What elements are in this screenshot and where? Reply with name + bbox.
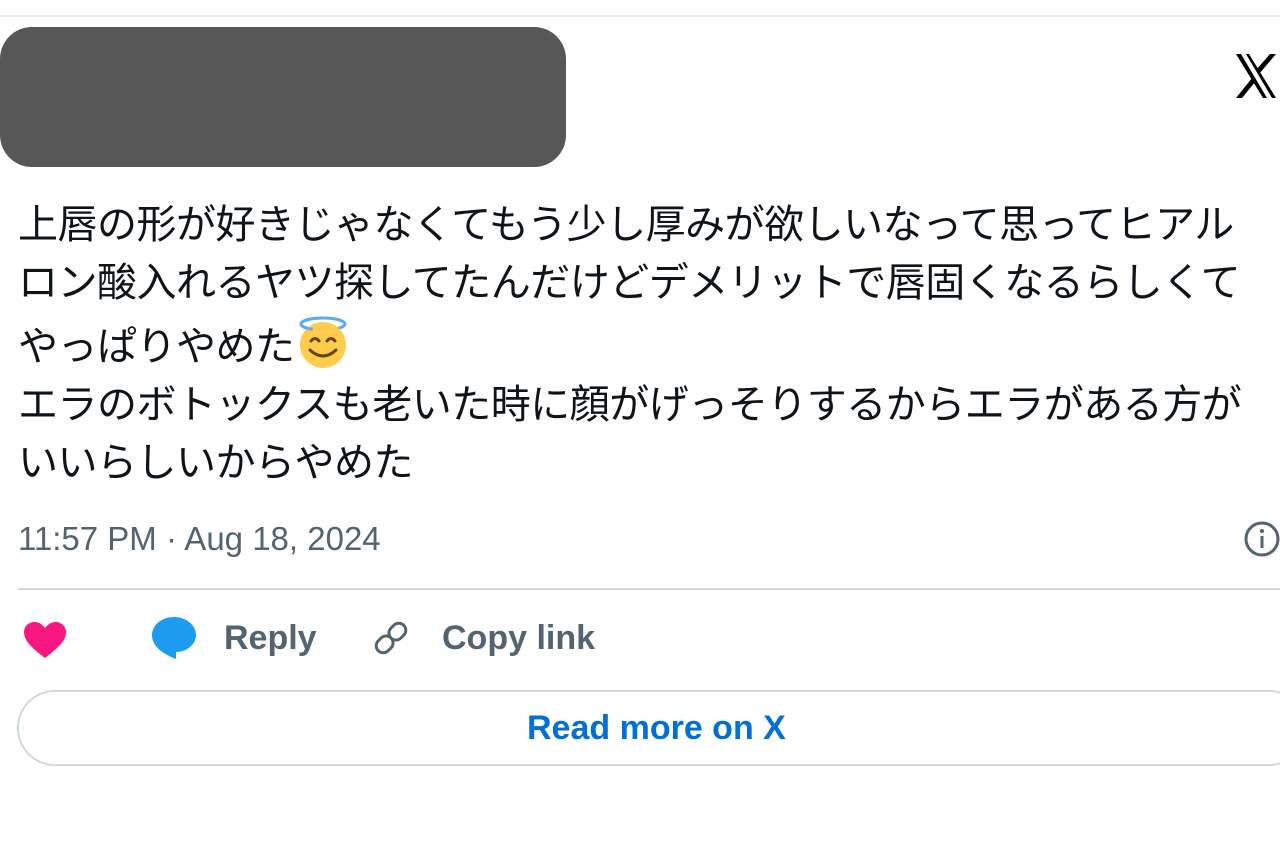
tweet-text-part-2: エラのボトックスも老いた時に顔がげっそりするからエラがある方がいいらしいからやめ… xyxy=(18,382,1242,486)
reply-label: Reply xyxy=(224,618,317,657)
top-divider xyxy=(0,15,1280,17)
heart-icon xyxy=(24,622,66,658)
tweet-text: 上唇の形が好きじゃなくてもう少し厚みが欲しいなって思ってヒアルロン酸入れるヤツ探… xyxy=(18,196,1268,492)
read-more-button[interactable]: Read more on X xyxy=(17,690,1280,766)
like-button[interactable] xyxy=(22,620,68,660)
tweet-text-part-1: 上唇の形が好きじゃなくてもう少し厚みが欲しいなって思ってヒアルロン酸入れるヤツ探… xyxy=(18,202,1241,370)
copy-link-label: Copy link xyxy=(442,618,596,657)
info-circle-icon[interactable] xyxy=(1242,519,1280,559)
tweet-timestamp[interactable]: 11:57 PM · Aug 18, 2024 xyxy=(18,520,381,558)
copy-link-button[interactable]: Copy link xyxy=(368,615,595,661)
redacted-author-block xyxy=(0,27,566,167)
x-logo-icon[interactable] xyxy=(1232,50,1280,102)
speech-bubble-icon xyxy=(152,617,196,659)
reply-button[interactable]: Reply xyxy=(150,615,317,661)
link-icon xyxy=(374,621,408,655)
actions-divider xyxy=(18,588,1280,590)
smiling-face-with-halo-icon xyxy=(299,316,346,368)
read-more-label: Read more on X xyxy=(527,708,786,747)
